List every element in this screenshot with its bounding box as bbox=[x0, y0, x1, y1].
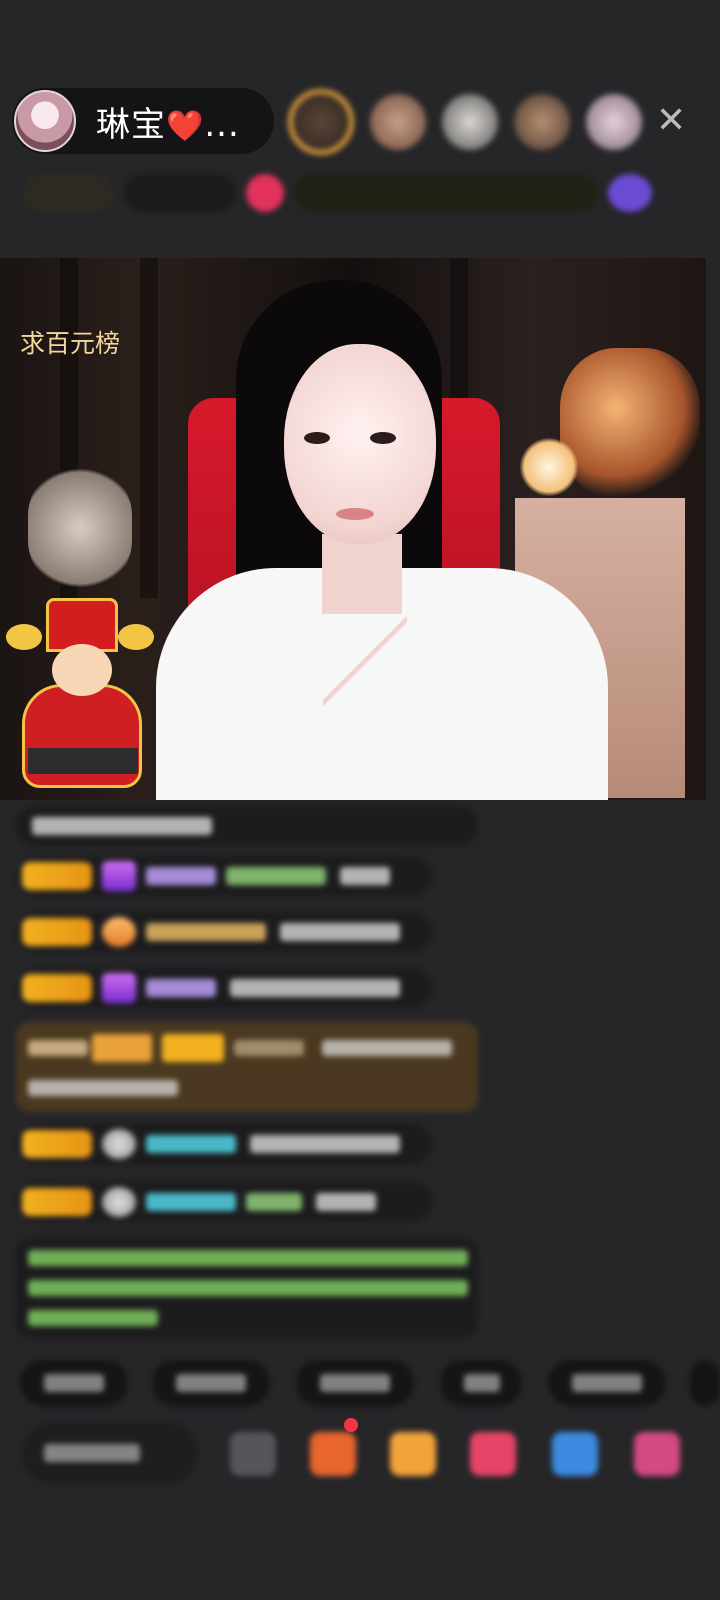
input-placeholder bbox=[44, 1444, 140, 1462]
chat-username[interactable] bbox=[146, 1193, 236, 1211]
host-name-ellipsis: ... bbox=[204, 104, 240, 145]
chat-message[interactable] bbox=[16, 968, 432, 1008]
host-avatar[interactable] bbox=[14, 90, 76, 152]
chip-text bbox=[572, 1374, 642, 1392]
emoji-icon[interactable] bbox=[230, 1432, 276, 1476]
viewer-avatar[interactable] bbox=[514, 94, 570, 150]
host-name: 琳宝 bbox=[96, 104, 166, 145]
live-video[interactable]: 求百元榜 bbox=[0, 258, 706, 800]
level-badge bbox=[22, 1130, 92, 1158]
level-badge bbox=[22, 974, 92, 1002]
viewer-avatar[interactable] bbox=[442, 94, 498, 150]
lamp-light bbox=[520, 438, 578, 496]
chat-message[interactable] bbox=[16, 856, 432, 896]
host-info[interactable]: 琳宝❤️... bbox=[12, 88, 274, 154]
collar bbox=[323, 596, 407, 726]
chat-username[interactable] bbox=[146, 923, 266, 941]
quick-reply-chip[interactable] bbox=[548, 1360, 666, 1406]
curtain-fold bbox=[140, 258, 158, 598]
chat-message[interactable] bbox=[16, 912, 432, 952]
quick-reply-chip[interactable] bbox=[152, 1360, 270, 1406]
chat-text bbox=[28, 1080, 178, 1096]
system-notice bbox=[16, 1238, 478, 1338]
god-of-wealth-sticker[interactable] bbox=[6, 598, 154, 798]
chat-text bbox=[340, 867, 390, 885]
chat-text bbox=[32, 817, 212, 835]
viewer-avatar-list[interactable] bbox=[288, 86, 642, 158]
gem-icon bbox=[102, 917, 136, 947]
game-icon[interactable] bbox=[552, 1432, 598, 1476]
viewer-avatar[interactable] bbox=[370, 94, 426, 150]
quick-reply-chip[interactable] bbox=[20, 1360, 128, 1406]
level-badge bbox=[22, 918, 92, 946]
close-icon[interactable]: ✕ bbox=[656, 100, 686, 141]
gift-prefix bbox=[28, 1040, 88, 1056]
gift-badge bbox=[92, 1034, 152, 1062]
notice-text bbox=[28, 1310, 158, 1326]
level-badge bbox=[162, 1034, 224, 1062]
more-icon[interactable] bbox=[634, 1432, 680, 1476]
quick-reply-chip[interactable] bbox=[296, 1360, 414, 1406]
chat-text bbox=[230, 979, 400, 997]
viewer-avatar[interactable] bbox=[288, 89, 354, 155]
viewer-avatar[interactable] bbox=[586, 94, 642, 150]
quick-reply-chip[interactable] bbox=[690, 1360, 720, 1406]
hat-wing bbox=[6, 624, 42, 650]
chat-message[interactable] bbox=[16, 1124, 432, 1164]
notification-dot bbox=[344, 1418, 358, 1432]
chip-text bbox=[464, 1374, 500, 1392]
chat-text bbox=[316, 1193, 376, 1211]
gift-icon[interactable] bbox=[310, 1432, 356, 1476]
video-caption: 求百元榜 bbox=[20, 329, 121, 358]
gift-message[interactable] bbox=[16, 1022, 478, 1112]
heart-gift-icon[interactable] bbox=[470, 1432, 516, 1476]
gift-box-icon[interactable] bbox=[390, 1432, 436, 1476]
level-badge bbox=[22, 862, 92, 890]
chat-target[interactable] bbox=[246, 1193, 302, 1211]
notice-text bbox=[28, 1280, 468, 1296]
streamer-eye bbox=[370, 432, 396, 444]
hat-wing bbox=[118, 624, 154, 650]
chat-username[interactable] bbox=[146, 1135, 236, 1153]
chip-text bbox=[320, 1374, 390, 1392]
chat-text bbox=[280, 923, 400, 941]
chat-username[interactable] bbox=[234, 1040, 304, 1056]
mascot-face bbox=[52, 644, 112, 696]
host-name-label: 琳宝❤️... bbox=[96, 97, 240, 146]
announcement-banner[interactable] bbox=[294, 174, 598, 212]
chip-text bbox=[176, 1374, 246, 1392]
streamer-eye bbox=[304, 432, 330, 444]
event-icon[interactable] bbox=[608, 174, 652, 212]
level-badge bbox=[22, 1188, 92, 1216]
flower-decoration bbox=[560, 348, 700, 498]
gem-icon bbox=[102, 973, 136, 1003]
table-lamp bbox=[28, 468, 132, 588]
streamer-mouth bbox=[336, 508, 374, 520]
quick-reply-chip[interactable] bbox=[440, 1360, 522, 1406]
gem-icon bbox=[102, 1187, 136, 1217]
gem-icon bbox=[102, 861, 136, 891]
chip-text bbox=[44, 1374, 104, 1392]
chat-username[interactable] bbox=[146, 867, 216, 885]
chat-text bbox=[322, 1040, 452, 1056]
notice-text bbox=[28, 1250, 468, 1266]
chat-username[interactable] bbox=[146, 979, 216, 997]
chat-message[interactable] bbox=[16, 1182, 432, 1222]
hourly-rank-chip[interactable] bbox=[124, 174, 236, 212]
comment-input[interactable] bbox=[22, 1422, 198, 1484]
room-status-row bbox=[22, 172, 690, 214]
gem-icon bbox=[102, 1129, 136, 1159]
activity-icon[interactable] bbox=[246, 174, 284, 212]
mascot-belt bbox=[28, 748, 138, 774]
rank-chip[interactable] bbox=[22, 174, 114, 212]
chat-text bbox=[250, 1135, 400, 1153]
heart-icon: ❤️ bbox=[166, 108, 205, 144]
chat-target[interactable] bbox=[226, 867, 326, 885]
chat-message[interactable] bbox=[16, 806, 478, 846]
